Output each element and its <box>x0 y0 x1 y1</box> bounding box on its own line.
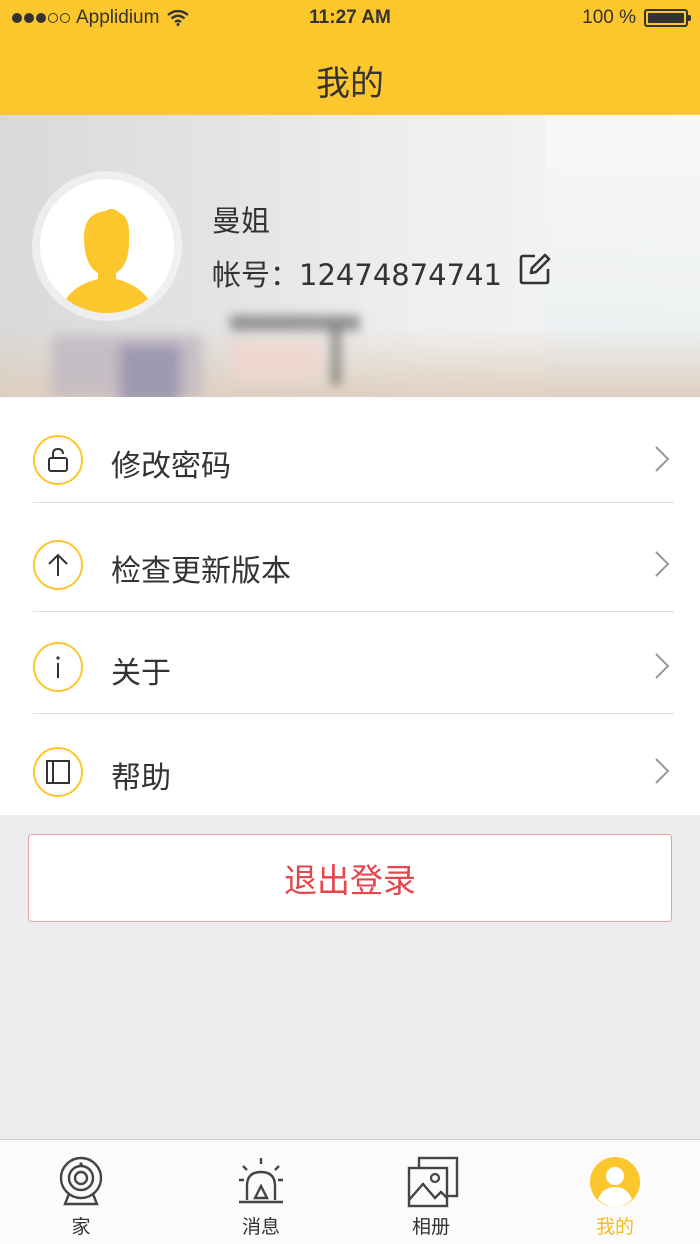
user-silhouette-icon <box>40 179 174 313</box>
avatar[interactable] <box>40 179 174 313</box>
chevron-right-icon <box>655 446 670 472</box>
menu-item-label: 帮助 <box>111 761 171 796</box>
menu-item-about[interactable]: 关于 <box>0 610 700 714</box>
menu-item-change-password[interactable]: 修改密码 <box>0 403 700 507</box>
top-bar: Applidium 11:27 AM 100 % 我的 <box>0 0 700 115</box>
account-row: 帐号：12474874741 <box>212 252 502 294</box>
tab-label: 相册 <box>411 1216 450 1238</box>
book-icon <box>33 747 83 797</box>
tab-home[interactable]: 家 <box>0 1140 162 1244</box>
tab-bar: 家 消息 相册 我的 <box>0 1139 700 1244</box>
tab-label: 家 <box>71 1216 91 1238</box>
chevron-right-icon <box>655 758 670 784</box>
tab-messages[interactable]: 消息 <box>180 1140 342 1244</box>
arrow-up-icon <box>33 540 83 590</box>
account-label: 帐号： <box>212 258 300 292</box>
menu-item-help[interactable]: 帮助 <box>0 715 700 819</box>
battery-percent: 100 % <box>582 7 636 28</box>
menu-item-check-update[interactable]: 检查更新版本 <box>0 508 700 612</box>
lock-icon <box>33 435 83 485</box>
divider <box>33 713 674 714</box>
divider <box>33 502 674 503</box>
info-icon <box>33 642 83 692</box>
album-icon <box>407 1156 459 1208</box>
chevron-right-icon <box>655 551 670 577</box>
tab-label: 我的 <box>595 1216 634 1238</box>
menu-item-label: 关于 <box>111 656 171 691</box>
edit-icon[interactable] <box>518 252 552 286</box>
logout-button[interactable]: 退出登录 <box>28 834 672 922</box>
alarm-icon <box>239 1158 283 1204</box>
tab-album[interactable]: 相册 <box>350 1140 512 1244</box>
camera-icon <box>59 1156 103 1206</box>
menu-item-label: 检查更新版本 <box>111 554 291 589</box>
tab-mine[interactable]: 我的 <box>534 1140 696 1244</box>
account-number: 12474874741 <box>299 258 502 292</box>
page-title: 我的 <box>316 64 384 104</box>
user-icon <box>590 1157 640 1207</box>
settings-menu: 修改密码 检查更新版本 关于 帮助 <box>0 397 700 815</box>
profile-name: 曼姐 <box>212 204 271 238</box>
chevron-right-icon <box>655 653 670 679</box>
menu-item-label: 修改密码 <box>111 449 231 484</box>
status-bar: Applidium 11:27 AM 100 % <box>0 0 700 38</box>
battery-icon <box>644 9 691 27</box>
tab-label: 消息 <box>241 1216 280 1238</box>
status-right: 100 % <box>582 7 691 29</box>
